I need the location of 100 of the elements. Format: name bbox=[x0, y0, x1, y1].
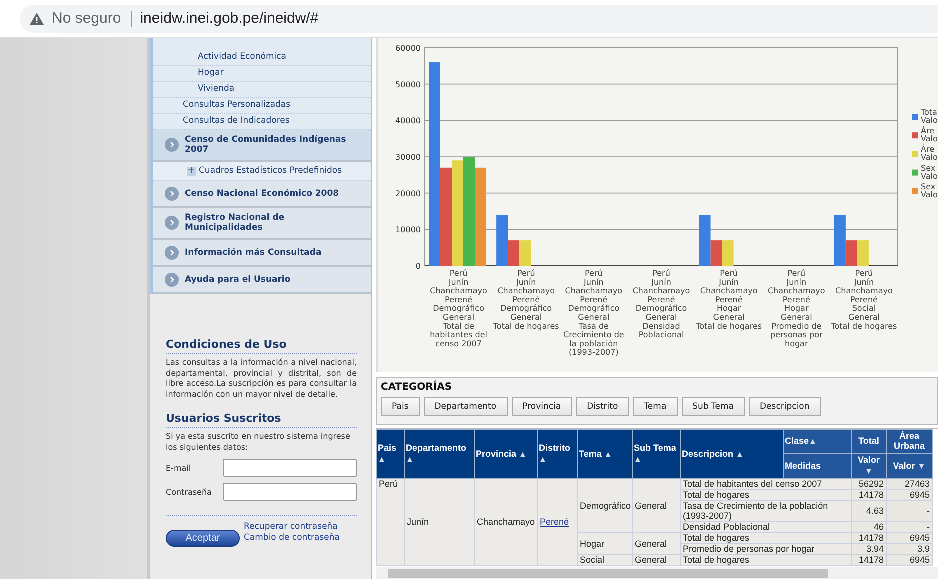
category-button[interactable]: Tema bbox=[633, 397, 678, 416]
axis-tick-label: 20000 bbox=[396, 189, 421, 198]
column-header: Descripcion bbox=[682, 448, 734, 458]
category-label: Perú Junín Chanchamayo Perené Hogar General Total de hogares bbox=[696, 269, 762, 331]
table-cell: General bbox=[632, 478, 680, 532]
menu-section[interactable]: Registro Nacional de Municipalidades bbox=[153, 208, 371, 240]
sort-arrow[interactable]: ▲ bbox=[539, 455, 547, 464]
column-header: Valor bbox=[858, 455, 880, 465]
menu-item[interactable]: Actividad Económica bbox=[153, 50, 371, 66]
table-cell: Total de hogares bbox=[680, 554, 852, 566]
expand-icon[interactable]: + bbox=[187, 166, 196, 176]
table-cell: 4.63 bbox=[852, 500, 886, 522]
section-title: Condiciones de Uso bbox=[166, 338, 357, 354]
axis-tick-label: 0 bbox=[416, 262, 421, 271]
sort-arrow[interactable]: ▲ bbox=[604, 450, 612, 458]
column-header: Medidas bbox=[785, 460, 822, 470]
table-cell: Densidad Poblacional bbox=[680, 522, 852, 532]
chevron-icon bbox=[165, 186, 179, 200]
legend-label: Tota Valo bbox=[921, 108, 938, 125]
table-cell: Total de hogares bbox=[680, 532, 852, 544]
table-cell: Chanchamayo bbox=[474, 478, 538, 566]
sort-arrow[interactable]: ▲ bbox=[809, 437, 817, 446]
axis-tick-label: 60000 bbox=[396, 44, 421, 53]
bar bbox=[722, 240, 734, 266]
axis-tick-label: 40000 bbox=[396, 116, 421, 126]
category-button[interactable]: Departamento bbox=[424, 397, 508, 416]
table-cell: Total de hogares bbox=[680, 490, 852, 500]
column-header: Departamento bbox=[406, 443, 467, 453]
warning-icon bbox=[30, 12, 44, 24]
column-header: Distrito bbox=[539, 443, 570, 453]
table-cell: Demográfico bbox=[578, 478, 632, 532]
field-label: Contraseña bbox=[166, 488, 212, 496]
menu-section[interactable]: Información más Consultada bbox=[153, 240, 371, 267]
chevron-icon bbox=[165, 246, 179, 260]
category-label: Perú Junín Chanchamayo Perené Demográfico General Total de hogares bbox=[493, 269, 560, 331]
category-label: Perú Junín Chanchamayo Perené Demográfico General Densidad Poblacional bbox=[632, 269, 690, 340]
submit-button[interactable]: Aceptar bbox=[166, 530, 240, 547]
field-label: E-mail bbox=[166, 464, 192, 472]
table-cell: Junín bbox=[404, 478, 474, 566]
account-link[interactable]: Cambio de contraseña bbox=[244, 533, 340, 544]
tree-item[interactable]: + Cuadros Estadísticos Predefinidos bbox=[153, 162, 371, 181]
column-header: Pais bbox=[378, 443, 397, 453]
email-field[interactable] bbox=[223, 459, 357, 477]
panel-title: CATEGORÍAS bbox=[381, 382, 454, 393]
menu-item[interactable]: Hogar bbox=[153, 66, 371, 82]
table-cell: Promedio de personas por hogar bbox=[680, 544, 852, 554]
sort-arrow[interactable]: ▼ bbox=[918, 462, 926, 470]
url-text[interactable]: ineidw.inei.gob.pe/ineidw/# bbox=[140, 10, 319, 27]
column-header: Área Urbana bbox=[894, 431, 925, 451]
category-label: Perú Junín Chanchamayo Perené Social General Total de hogares bbox=[831, 269, 898, 331]
chevron-icon bbox=[165, 272, 179, 286]
column-header: Sub Tema bbox=[634, 443, 676, 453]
menu-item[interactable]: Vivienda bbox=[153, 82, 371, 98]
column-header: Provincia bbox=[476, 448, 517, 458]
sort-arrow[interactable]: ▲ bbox=[406, 455, 414, 464]
table-cell: - bbox=[886, 500, 932, 522]
security-label[interactable]: No seguro bbox=[52, 10, 132, 26]
table-cell: Hogar bbox=[578, 532, 632, 554]
sort-arrow[interactable]: ▲ bbox=[519, 450, 527, 458]
category-button[interactable]: Provincia bbox=[512, 397, 572, 416]
menu-section[interactable]: Ayuda para el Usuario bbox=[153, 267, 371, 294]
district-link[interactable]: Perené bbox=[540, 517, 570, 527]
category-button[interactable]: Distrito bbox=[576, 397, 630, 416]
category-label: Perú Junín Chanchamayo Perené Demográfico General Tasa de Crecimiento de la población (1993-2007) bbox=[564, 269, 624, 358]
column-header: Total bbox=[858, 436, 880, 446]
column-header: Tema bbox=[579, 448, 602, 458]
section-title: Usuarios Suscritos bbox=[166, 412, 357, 428]
axis-tick-label: 10000 bbox=[396, 226, 421, 235]
scrollbar-thumb[interactable] bbox=[388, 568, 828, 578]
axis-tick-label: 30000 bbox=[396, 153, 421, 162]
table-cell: Total de habitantes del censo 2007 bbox=[680, 478, 852, 490]
password-field[interactable] bbox=[223, 483, 357, 501]
legend-label: Sex Valo bbox=[921, 182, 938, 200]
chevron-icon bbox=[165, 138, 179, 152]
menu-section[interactable]: Censo Nacional Económico 2008 bbox=[153, 181, 371, 208]
legend-label: Sex Valo bbox=[921, 164, 938, 181]
table-cell: Tasa de Crecimiento de la población (1993-2007) bbox=[680, 500, 852, 522]
legend-label: Áre Valo bbox=[921, 145, 938, 162]
category-button[interactable]: Sub Tema bbox=[682, 397, 746, 416]
bar bbox=[857, 240, 869, 266]
table-cell: Perú bbox=[376, 478, 404, 566]
menu-section[interactable]: Censo de Comunidades Indígenas 2007 bbox=[153, 130, 371, 162]
column-header: Clase bbox=[785, 436, 810, 446]
column-header: Valor bbox=[893, 460, 916, 470]
sort-arrow[interactable]: ▲ bbox=[378, 455, 386, 464]
table-cell: General bbox=[632, 532, 680, 554]
terms-text: Las consultas a la información a nivel nacional, departamental, provincial y distrital, son de libre acceso.La suscripción es para consultar la información con un mayor nivel de detalle. bbox=[166, 358, 357, 400]
sort-arrow[interactable]: ▲ bbox=[736, 450, 744, 458]
chevron-icon bbox=[165, 216, 179, 230]
login-intro: Si ya esta suscrito en nuestro sistema ingrese los siguientes datos: bbox=[166, 432, 352, 453]
category-button[interactable]: Pais bbox=[381, 397, 420, 416]
account-link[interactable]: Recuperar contraseña bbox=[244, 522, 340, 533]
menu-item[interactable]: Consultas Personalizadas bbox=[153, 98, 371, 114]
category-button[interactable]: Descripcion bbox=[749, 397, 821, 416]
sort-arrow[interactable]: ▼ bbox=[865, 467, 873, 476]
axis-tick-label: 50000 bbox=[396, 80, 421, 90]
bar bbox=[520, 240, 532, 266]
category-label: Perú Junín Chanchamayo Perené Hogar General Promedio de personas por hogar bbox=[768, 269, 826, 348]
legend-label: Áre Valo bbox=[921, 126, 938, 144]
sort-arrow[interactable]: ▲ bbox=[634, 455, 642, 464]
